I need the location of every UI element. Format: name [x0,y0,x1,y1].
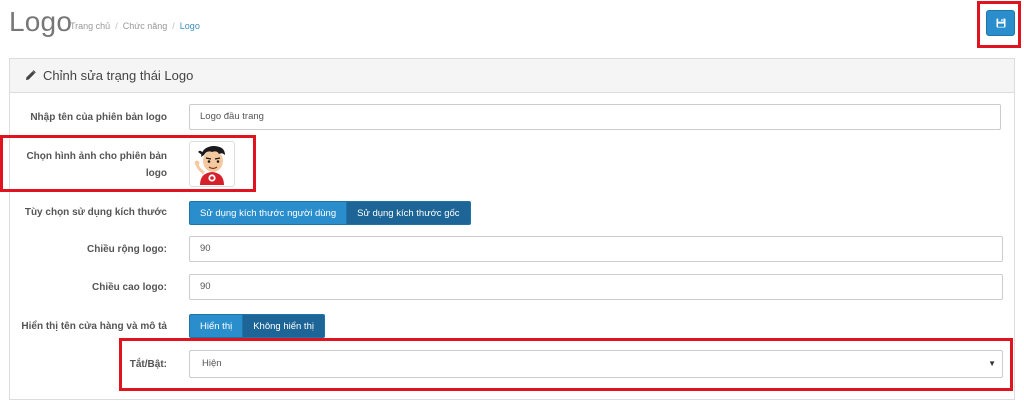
image-picker-label-line1: Chọn hình ảnh cho phiên bản [26,151,167,162]
size-option-custom-button[interactable]: Sử dụng kích thước người dùng [189,201,348,225]
height-input[interactable]: 90 [189,274,1003,300]
size-option-group: Sử dụng kích thước người dùng Sử dụng kí… [189,201,471,225]
show-store-group: Hiển thị Không hiển thị [189,314,325,338]
page: Logo Trang chủ / Chức năng / Logo Chỉnh … [0,0,1024,417]
toggle-select[interactable]: Hiện ▼ [189,350,1003,378]
breadcrumb-home-link[interactable]: Trang chủ [70,21,110,31]
floppy-disk-icon [996,18,1005,28]
breadcrumb-current: Logo [179,21,200,31]
page-title: Logo [9,6,73,37]
breadcrumb-separator: / [172,21,175,31]
toggle-label: Tắt/Bật: [129,359,167,370]
logo-image-thumbnail[interactable] [189,141,235,187]
image-picker-label: Chọn hình ảnh cho phiên bản logo [26,148,167,182]
width-input[interactable]: 90 [189,236,1003,262]
version-name-input[interactable]: Logo đầu trang [189,104,1001,130]
caret-down-icon: ▼ [988,359,996,368]
breadcrumb: Trang chủ / Chức năng / Logo [70,21,200,31]
width-label: Chiều rộng logo: [87,244,167,255]
size-option-original-button[interactable]: Sử dụng kích thước gốc [347,201,471,225]
version-name-label: Nhập tên của phiên bản logo [30,112,167,123]
show-store-label: Hiển thị tên cửa hàng và mô tả [21,321,167,332]
show-store-hide-button[interactable]: Không hiển thị [243,314,325,338]
show-store-show-button[interactable]: Hiển thị [189,314,244,338]
panel-title: Chỉnh sửa trạng thái Logo [43,68,194,83]
panel-heading: Chỉnh sửa trạng thái Logo [10,59,1014,93]
size-option-label: Tùy chọn sử dụng kích thước [24,207,167,218]
breadcrumb-separator: / [115,21,118,31]
breadcrumb-functions-link[interactable]: Chức năng [123,21,168,31]
save-button[interactable] [986,10,1015,36]
cartoon-mascot-image [194,146,225,185]
height-label: Chiều cao logo: [92,282,167,293]
toggle-select-value: Hiện [202,358,222,369]
image-picker-label-line2: logo [145,168,167,179]
pencil-icon [25,70,36,81]
